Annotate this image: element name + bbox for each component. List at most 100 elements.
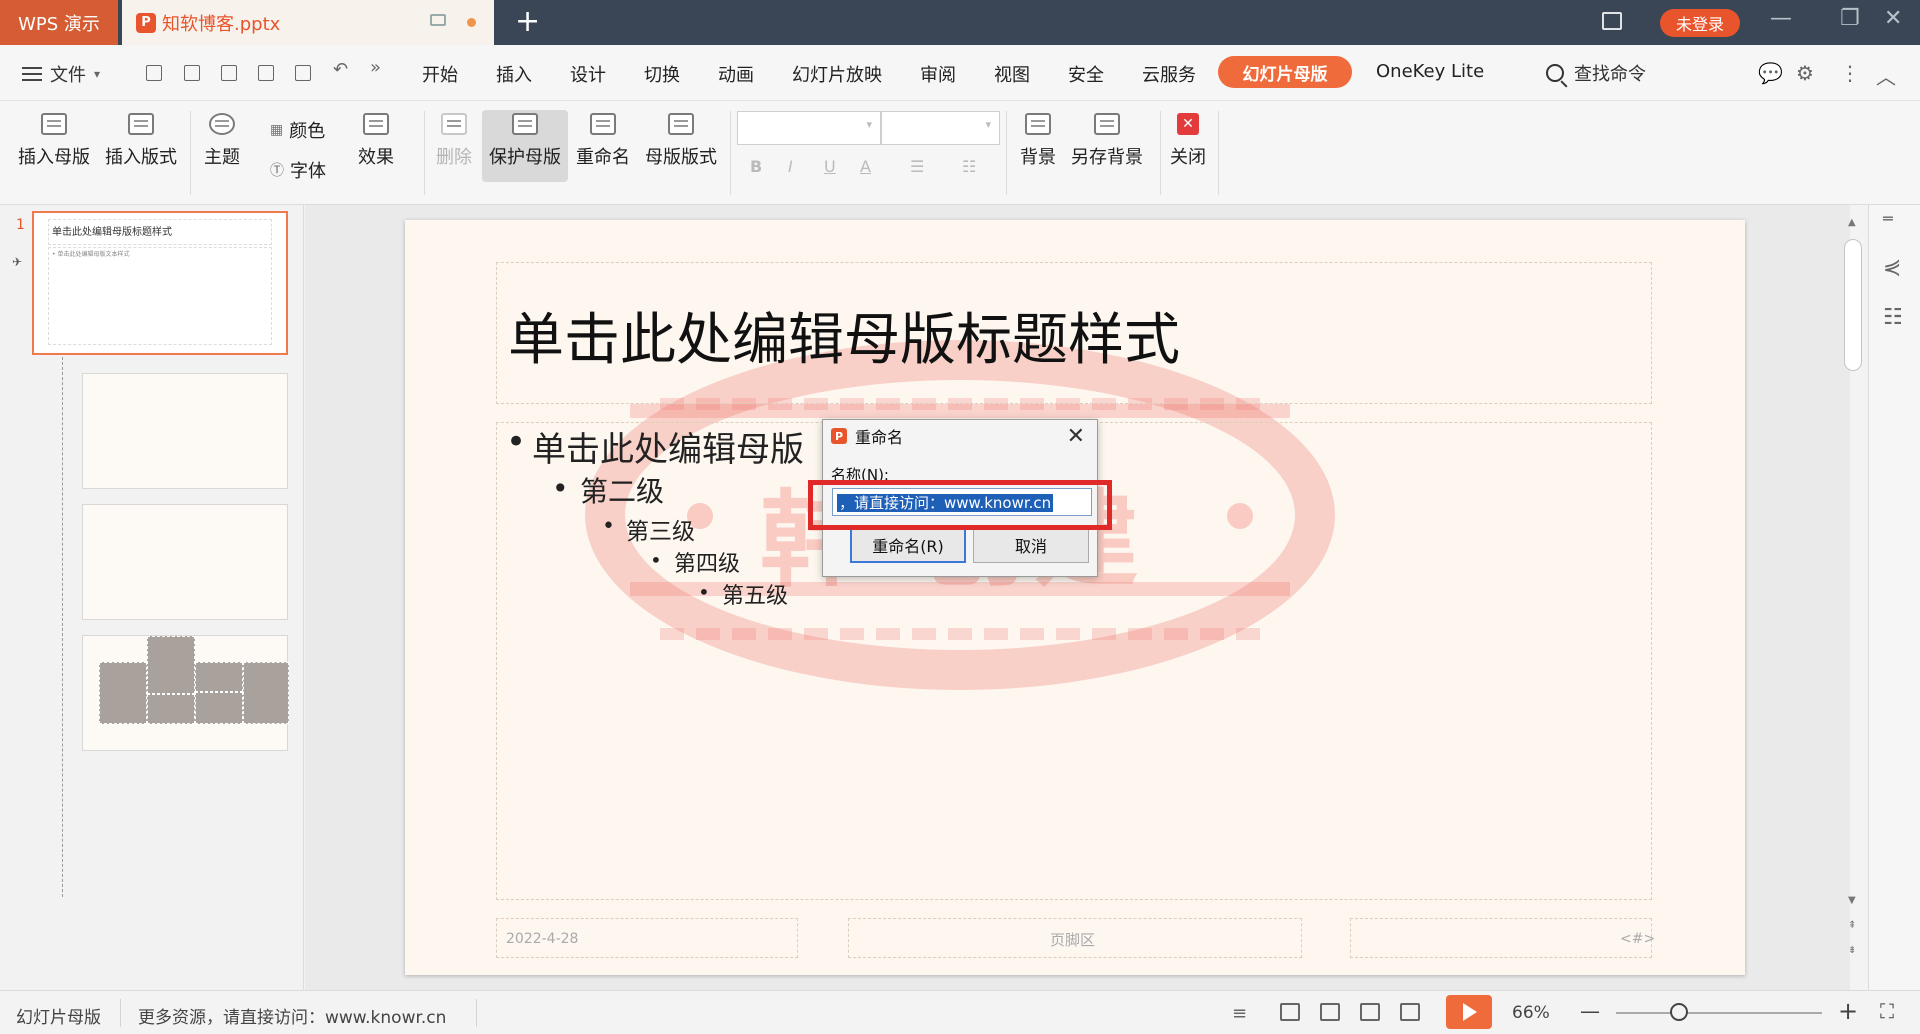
file-menu[interactable]: 文件 ▾: [22, 61, 100, 87]
menu-slideshow[interactable]: 幻灯片放映: [792, 61, 882, 87]
ribbon-separator: [1218, 111, 1219, 195]
close-master-button[interactable]: ✕ 关闭: [1170, 113, 1206, 169]
more-quick-access-icon[interactable]: »: [370, 57, 381, 78]
dialog-title: 重命名: [855, 428, 904, 447]
save-background-icon: [1094, 113, 1120, 135]
bullet-list-icon[interactable]: ☰: [910, 157, 924, 176]
font-size-combo[interactable]: [881, 111, 1000, 145]
app-tab[interactable]: WPS 演示: [0, 0, 118, 45]
numbered-list-icon[interactable]: ☷: [962, 157, 976, 176]
font-name-combo[interactable]: [737, 111, 881, 145]
close-window-icon[interactable]: ✕: [1884, 6, 1902, 31]
zoom-slider-knob[interactable]: [1670, 1003, 1688, 1021]
share-icon[interactable]: ⋞: [1883, 255, 1901, 280]
login-button[interactable]: 未登录: [1660, 9, 1740, 37]
layout-thumbnail-3[interactable]: [82, 635, 289, 751]
slide-number-placeholder[interactable]: [1350, 918, 1652, 958]
slide-title-text: 单击此处编辑母版标题样式: [508, 308, 1180, 373]
presenter-view-icon[interactable]: [1400, 1003, 1420, 1021]
new-tab-button[interactable]: +: [515, 4, 540, 40]
menu-insert[interactable]: 插入: [496, 61, 532, 87]
menu-design[interactable]: 设计: [570, 61, 606, 87]
background-label: 背景: [1020, 147, 1056, 168]
picture-placeholder: [99, 662, 147, 724]
print-icon[interactable]: [258, 65, 274, 81]
minimize-icon[interactable]: —: [1770, 6, 1792, 31]
rename-button[interactable]: 重命名: [576, 113, 630, 169]
normal-view-icon[interactable]: [1280, 1003, 1300, 1021]
background-button[interactable]: 背景: [1020, 113, 1056, 169]
master-thumbnail[interactable]: 单击此处编辑母版标题样式 • 单击此处编辑母版文本样式: [32, 211, 288, 355]
print-preview-icon[interactable]: [295, 65, 311, 81]
zoom-out-button[interactable]: —: [1580, 999, 1600, 1023]
scroll-up-icon[interactable]: ▲: [1848, 217, 1856, 228]
fit-window-icon[interactable]: ⛶: [1880, 999, 1894, 1023]
scrollbar-thumb[interactable]: [1844, 239, 1862, 371]
menu-review[interactable]: 审阅: [920, 61, 956, 87]
insert-master-button[interactable]: 插入母版: [18, 113, 90, 169]
next-slide-icon[interactable]: ⇟: [1848, 945, 1856, 956]
rename-confirm-button[interactable]: 重命名(R): [850, 527, 966, 563]
insert-layout-button[interactable]: 插入版式: [105, 113, 177, 169]
menu-animation[interactable]: 动画: [718, 61, 754, 87]
underline-button[interactable]: U: [824, 157, 836, 176]
ribbon-separator: [1160, 111, 1161, 195]
font-dropdown[interactable]: Ⓣ 字体: [270, 157, 326, 183]
menu-view[interactable]: 视图: [994, 61, 1030, 87]
dialog-close-icon[interactable]: ✕: [1067, 424, 1085, 449]
search-command[interactable]: 查找命令: [1546, 60, 1646, 86]
level2-bullet: •: [552, 472, 569, 505]
reading-view-icon[interactable]: [1360, 1003, 1380, 1021]
zoom-slider[interactable]: [1616, 1012, 1822, 1014]
protect-master-button[interactable]: 保护母版: [489, 113, 561, 169]
menu-slide-master[interactable]: 幻灯片母版: [1218, 56, 1352, 88]
dialog-header: P 重命名: [823, 420, 1097, 452]
play-slideshow-button[interactable]: [1446, 995, 1492, 1029]
layout-thumbnail-2[interactable]: [82, 504, 288, 620]
picture-placeholder: [243, 662, 289, 724]
comment-icon[interactable]: 💬: [1758, 61, 1783, 85]
save-background-button[interactable]: 另存背景: [1071, 113, 1143, 169]
menu-cloud[interactable]: 云服务: [1142, 61, 1196, 87]
footer-center: 页脚区: [1050, 931, 1096, 949]
menu-security[interactable]: 安全: [1068, 61, 1104, 87]
italic-button[interactable]: I: [788, 157, 793, 176]
prev-slide-icon[interactable]: ⇞: [1848, 920, 1856, 931]
export-pdf-icon[interactable]: [221, 65, 237, 81]
settings-sliders-icon[interactable]: ☷: [1883, 305, 1903, 330]
undo-icon[interactable]: ↶: [333, 59, 348, 80]
cancel-button[interactable]: 取消: [973, 527, 1089, 563]
open-folder-icon[interactable]: [146, 65, 162, 81]
zoom-level[interactable]: 66%: [1512, 1003, 1550, 1023]
zoom-in-button[interactable]: +: [1838, 997, 1858, 1025]
delete-label: 删除: [436, 147, 472, 168]
slide-sorter-icon[interactable]: [1320, 1003, 1340, 1021]
scroll-down-icon[interactable]: ▼: [1848, 895, 1856, 906]
save-icon[interactable]: [184, 65, 200, 81]
font-color-button[interactable]: A: [860, 157, 871, 176]
gear-icon[interactable]: ⚙: [1796, 61, 1814, 85]
effect-button[interactable]: 效果: [358, 113, 394, 169]
slide-number: 1: [16, 217, 25, 233]
panel-layout-icon[interactable]: [1602, 12, 1622, 30]
maximize-icon[interactable]: ❐: [1840, 6, 1860, 31]
theme-button[interactable]: 主题: [204, 113, 240, 169]
layout-thumbnail-1[interactable]: [82, 373, 288, 489]
notes-icon[interactable]: ≡: [1232, 1003, 1252, 1024]
search-command-label: 查找命令: [1574, 64, 1646, 85]
menu-onekey-lite[interactable]: OneKey Lite: [1376, 61, 1484, 82]
bold-button[interactable]: B: [750, 157, 762, 176]
app-name: WPS 演示: [18, 13, 100, 35]
collapse-ribbon-icon[interactable]: ︿: [1876, 61, 1896, 90]
menu-transition[interactable]: 切换: [644, 61, 680, 87]
document-tab[interactable]: P 知软博客.pptx: [122, 0, 494, 45]
menu-home[interactable]: 开始: [422, 61, 458, 87]
master-layout-button[interactable]: 母版版式: [645, 113, 717, 169]
ribbon-separator: [424, 111, 425, 195]
chevron-down-icon: ▾: [94, 67, 101, 81]
monitor-icon[interactable]: [430, 14, 446, 26]
color-dropdown[interactable]: ▦ 颜色: [270, 117, 325, 143]
delete-button[interactable]: 删除: [436, 113, 472, 169]
vertical-scrollbar[interactable]: ▲ ▼ ⇞ ⇟: [1842, 215, 1866, 985]
more-vertical-icon[interactable]: ⋮: [1840, 61, 1860, 85]
